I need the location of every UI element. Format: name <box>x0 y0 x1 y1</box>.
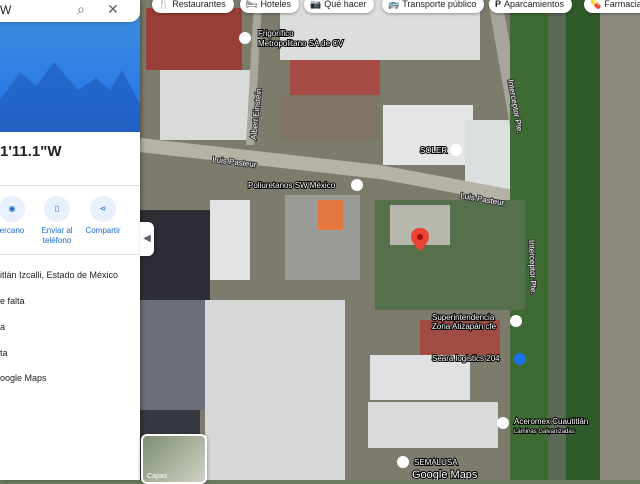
camera-icon: 📷 <box>310 0 322 9</box>
poi-label[interactable]: Metropolitano SA de CV <box>257 38 345 49</box>
collapse-panel-button[interactable]: ◀ <box>140 222 154 256</box>
chip-transporte-publico[interactable]: 🚌 Transporte público <box>382 0 485 13</box>
chip-restaurantes[interactable]: 🍴 Restaurantes <box>152 0 234 13</box>
poi-marker[interactable] <box>397 456 409 468</box>
search-icon[interactable]: ⌕ <box>72 0 90 18</box>
bed-icon: 🛏 <box>246 0 258 9</box>
poi-label[interactable]: Seara logistics 204 <box>431 353 501 364</box>
chip-farmacia[interactable]: 💊 Farmacia <box>584 0 640 13</box>
place-panel: W ⌕ ✕ 1'11.1"W ◉ ercano ▯ Enviar al telé… <box>0 0 140 480</box>
info-row[interactable]: a <box>0 322 5 332</box>
pharmacy-icon: 💊 <box>590 0 602 9</box>
bus-icon: 🚌 <box>388 0 400 9</box>
action-row: ◉ ercano ▯ Enviar al teléfono ⋖ Comparti… <box>0 196 140 256</box>
chip-aparcamientos[interactable]: P Aparcamientos <box>489 0 573 13</box>
poi-label[interactable]: Zona Atizapán cfe <box>431 321 498 332</box>
share-icon: ⋖ <box>99 204 107 213</box>
map-building <box>160 70 250 140</box>
info-row[interactable]: e falta <box>0 296 25 306</box>
poi-label[interactable]: Láminas Galvanizadas <box>513 428 576 436</box>
map-building <box>280 95 380 140</box>
share-button[interactable]: ⋖ Compartir <box>83 196 123 236</box>
map-building <box>368 402 498 448</box>
poi-marker[interactable] <box>514 353 526 365</box>
map-building <box>465 120 510 190</box>
parking-icon: P <box>495 0 502 9</box>
map-building <box>383 105 473 165</box>
layers-label: Capas <box>147 473 168 480</box>
search-box[interactable]: W ⌕ ✕ <box>0 0 140 22</box>
poi-marker[interactable] <box>450 144 462 156</box>
google-maps-watermark: Google Maps <box>412 469 478 480</box>
map-building <box>318 200 343 230</box>
poi-marker[interactable] <box>351 179 363 191</box>
close-icon[interactable]: ✕ <box>104 0 122 18</box>
poi-marker[interactable] <box>510 315 522 327</box>
utensils-icon: 🍴 <box>158 0 170 9</box>
address-row[interactable]: itlán Izcalli, Estado de México <box>0 270 118 280</box>
search-input[interactable]: W <box>0 3 11 17</box>
place-title: 1'11.1"W <box>0 143 62 160</box>
canal <box>548 0 568 480</box>
phone-icon: ▯ <box>54 204 60 213</box>
divider <box>0 185 140 186</box>
info-row[interactable]: ta <box>0 348 8 358</box>
poi-label[interactable]: Poliuretanos SW México <box>247 180 337 191</box>
poi-marker[interactable] <box>239 32 251 44</box>
map-building <box>140 300 205 410</box>
map-building <box>290 60 380 100</box>
poi-label[interactable]: Superintendencia <box>431 312 496 323</box>
poi-marker[interactable] <box>497 417 509 429</box>
nearby-button[interactable]: ◉ ercano <box>0 196 32 236</box>
info-row[interactable]: oogle Maps <box>0 373 47 383</box>
divider <box>0 254 140 255</box>
chevron-left-icon: ◀ <box>143 233 151 244</box>
map-building <box>205 300 345 480</box>
road-label-interceptor: Interceptor Pte. <box>527 240 538 295</box>
layers-button[interactable]: Capas <box>141 434 207 484</box>
poi-label[interactable]: Aceromex Cuautitlán <box>513 416 589 427</box>
chip-que-hacer[interactable]: 📷 Qué hacer <box>304 0 375 13</box>
send-to-phone-button[interactable]: ▯ Enviar al teléfono <box>37 196 77 246</box>
map-building <box>600 0 640 480</box>
poi-label[interactable]: SOLER <box>419 145 448 156</box>
chip-hoteles[interactable]: 🛏 Hoteles <box>240 0 299 13</box>
nearby-icon: ◉ <box>8 204 16 213</box>
map-building <box>210 200 250 280</box>
map-building <box>146 8 242 70</box>
poi-label[interactable]: Frigorífico <box>257 28 295 39</box>
poi-label[interactable]: SEMALUSA <box>413 457 459 468</box>
